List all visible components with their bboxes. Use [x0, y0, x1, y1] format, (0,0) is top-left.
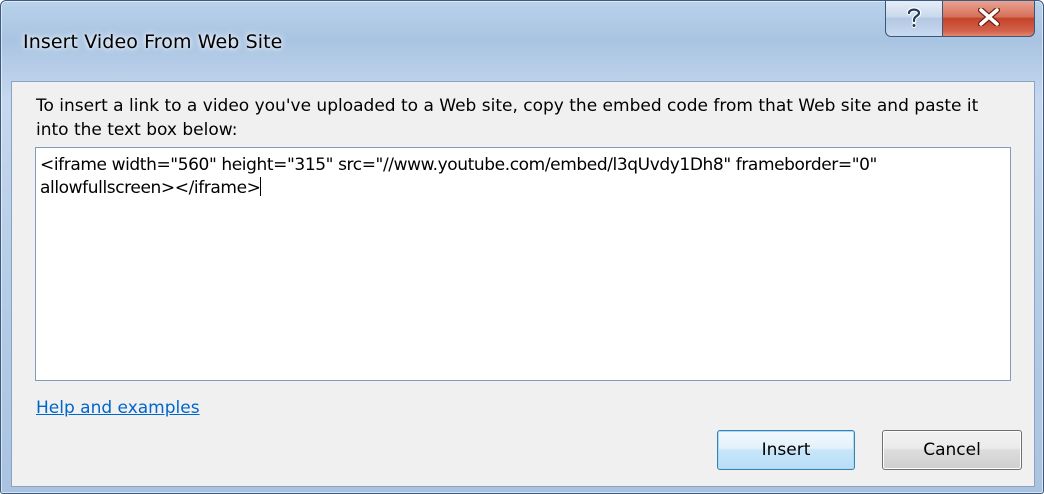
help-and-examples-link[interactable]: Help and examples [36, 398, 200, 418]
close-button[interactable] [943, 1, 1035, 37]
dialog-window: Insert Video From Web Site To insert a l… [0, 0, 1044, 494]
embed-code-textarea[interactable]: <iframe width="560" height="315" src="//… [35, 147, 1011, 381]
caption-buttons [885, 1, 1035, 45]
title-bar[interactable]: Insert Video From Web Site [1, 1, 1043, 81]
insert-button[interactable]: Insert [717, 430, 855, 470]
text-caret [260, 177, 262, 196]
question-mark-icon [905, 6, 923, 32]
window-title: Insert Video From Web Site [23, 31, 283, 53]
help-button[interactable] [885, 1, 943, 37]
dialog-body: To insert a link to a video you've uploa… [11, 81, 1035, 487]
instructions-text: To insert a link to a video you've uploa… [36, 96, 979, 140]
embed-code-text: <iframe width="560" height="315" src="//… [40, 155, 877, 198]
close-icon [977, 6, 1000, 30]
cancel-button[interactable]: Cancel [882, 430, 1022, 470]
